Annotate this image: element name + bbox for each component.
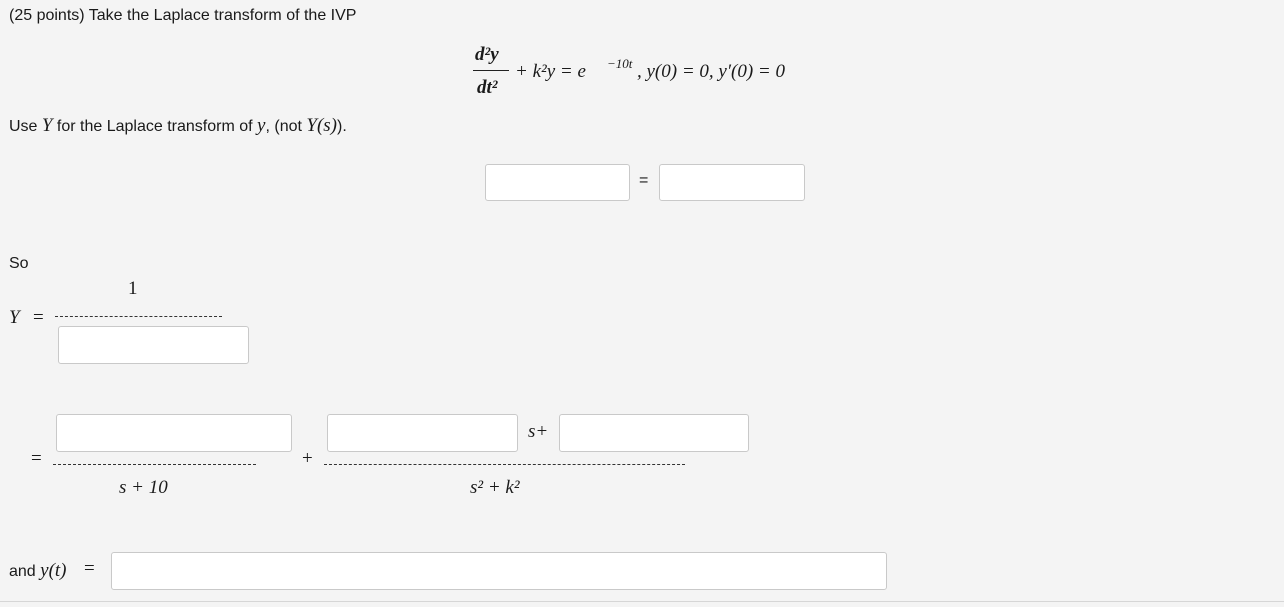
instruction-mid: for the Laplace transform of [52, 118, 258, 135]
so-label: So [9, 255, 29, 272]
transform-right-input[interactable] [659, 164, 805, 201]
Y-equals: = [33, 307, 44, 328]
fraction1-numerator: 1 [128, 278, 138, 299]
instruction-post: , (not [265, 118, 307, 135]
partial2-denominator: s² + k² [470, 477, 520, 498]
final-label: and y(t) [9, 560, 67, 582]
partial2-const-input[interactable] [559, 414, 749, 452]
bottom-divider [0, 601, 1284, 602]
final-label-and: and [9, 563, 41, 580]
partial2-bar [324, 464, 685, 465]
transform-left-input[interactable] [485, 164, 630, 201]
Y-symbol: Y [9, 307, 20, 328]
instruction-Y: Y [41, 115, 53, 136]
instruction-pre: Use [9, 118, 42, 135]
final-answer-input[interactable] [111, 552, 887, 590]
instruction-end: ). [337, 118, 347, 135]
problem-header: (25 points) Take the Laplace transform o… [9, 7, 357, 24]
instruction-line: Use Y for the Laplace transform of y, (n… [9, 115, 347, 137]
partial1-bar [53, 464, 256, 465]
final-equals: = [84, 558, 95, 579]
ode-fraction-bar [473, 70, 509, 71]
plus-sign: + [302, 448, 313, 469]
partial2-s-plus: s+ [528, 421, 549, 442]
transform-equals: = [639, 172, 649, 189]
partial1-denominator: s + 10 [119, 477, 168, 498]
final-label-yt: y(t) [40, 560, 67, 581]
fraction1-bar [55, 316, 222, 317]
ode-rest-pre: + k²y = e [515, 61, 586, 82]
partial2-coef-input[interactable] [327, 414, 518, 452]
ode-exponent: −10t [607, 56, 633, 71]
ode-initial-conditions: , y(0) = 0, y′(0) = 0 [637, 61, 785, 82]
equals2: = [31, 448, 42, 469]
ode-denominator: dt² [477, 77, 498, 98]
fraction1-denominator-input[interactable] [58, 326, 249, 364]
ode-numerator: d²y [475, 44, 499, 65]
partial1-numerator-input[interactable] [56, 414, 292, 452]
instruction-Ys: Y(s) [306, 115, 337, 136]
